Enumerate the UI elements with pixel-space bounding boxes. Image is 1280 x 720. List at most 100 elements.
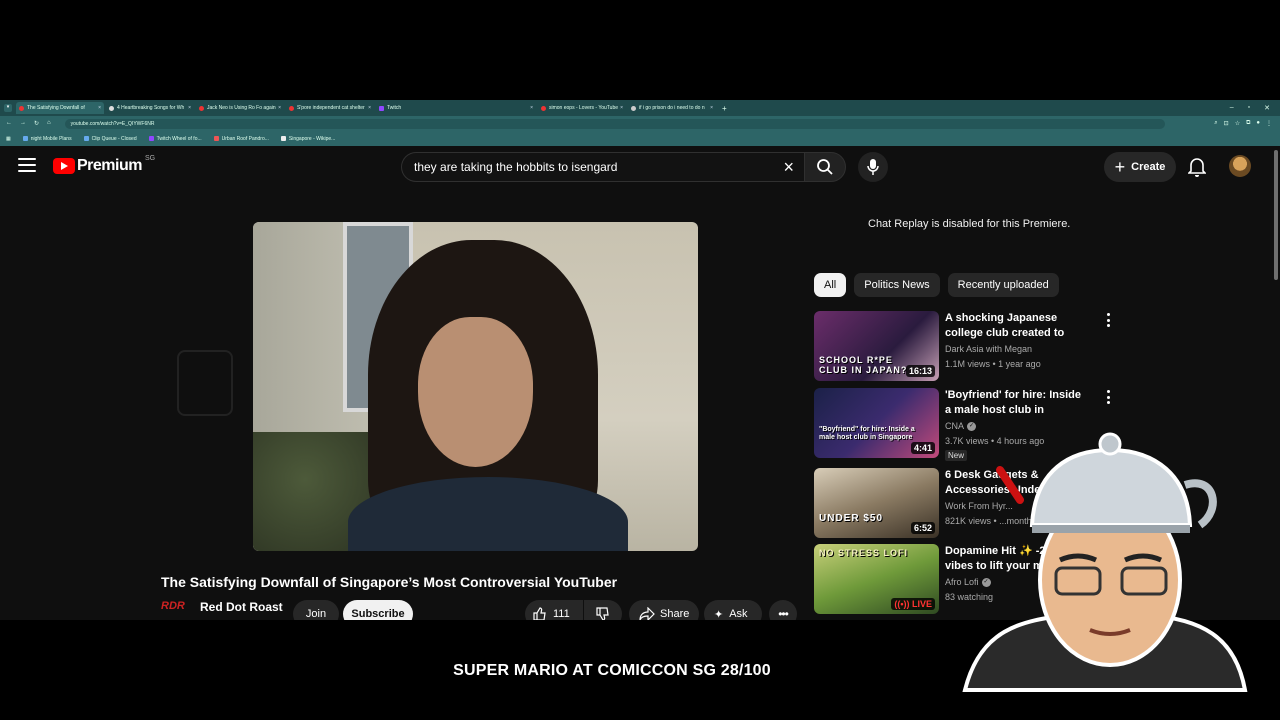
browser-tab[interactable]: Twitch × [376, 102, 536, 114]
voice-search-button[interactable] [858, 152, 888, 182]
account-avatar[interactable] [1229, 155, 1251, 177]
close-tab-icon[interactable]: × [528, 105, 533, 111]
bookmark-item[interactable]: Singapore - Wikipe... [280, 135, 336, 142]
close-tab-icon[interactable]: × [366, 105, 371, 111]
chip-all[interactable]: All [814, 273, 847, 297]
twitch-favicon-icon [379, 105, 384, 111]
microphone-icon [867, 159, 879, 175]
like-button[interactable]: 111 [525, 600, 583, 620]
video-thumbnail[interactable]: NO STRESS LOFI ((•)) LIVE [814, 544, 939, 614]
search-button[interactable] [804, 152, 846, 182]
bookmark-icon [148, 136, 154, 141]
video-thumbnail[interactable]: "Boyfriend" for hire: Inside a male host… [814, 388, 939, 458]
recommended-title[interactable]: 'Boyfriend' for hire: Inside a male host… [945, 388, 1090, 418]
logo-text: Premium [77, 157, 142, 174]
video-player[interactable] [253, 222, 698, 551]
video-thumbnail[interactable]: SCHOOL R*PE CLUB IN JAPAN? 16:13 [814, 311, 939, 381]
bookmark-item[interactable]: Urban Roof Pandro... [213, 135, 269, 142]
video-thumbnail[interactable]: UNDER $50 6:52 [814, 468, 939, 538]
join-button[interactable]: Join [293, 600, 339, 620]
bookmark-label: night Mobile Plans [30, 135, 72, 142]
chip-recently-uploaded[interactable]: Recently uploaded [947, 273, 1059, 297]
youtube-favicon-icon [541, 105, 546, 111]
browser-tab-strip: ▾ The Satisfying Downfall of × 4 Heartbre… [0, 100, 1280, 116]
profile-icon[interactable]: ● [1256, 120, 1260, 127]
close-tab-icon[interactable]: × [618, 105, 623, 111]
new-tab-icon[interactable]: + [718, 104, 731, 113]
youtube-logo[interactable]: Premium SG [53, 155, 155, 175]
channel-name[interactable]: Red Dot Roast [200, 600, 283, 614]
recommended-title[interactable]: A shocking Japanese college club created… [945, 311, 1090, 341]
close-tab-icon[interactable]: × [708, 105, 713, 111]
close-tab-icon[interactable]: × [276, 105, 281, 111]
clear-search-icon[interactable]: × [783, 158, 794, 176]
forward-icon[interactable]: → [20, 120, 26, 127]
dislike-button[interactable] [584, 600, 622, 620]
share-arrow-icon [639, 607, 655, 620]
video-duration: 4:41 [910, 442, 935, 454]
browser-tab[interactable]: simon eops - Lovers - YouTube × [538, 102, 626, 114]
youtube-favicon-icon [19, 105, 24, 111]
create-button[interactable]: + Create [1104, 152, 1176, 182]
browser-tab[interactable]: The Satisfying Downfall of × [16, 102, 104, 114]
maximize-icon[interactable]: ▫ [1248, 104, 1250, 112]
chip-politics-news[interactable]: Politics News [854, 273, 940, 297]
extensions-icon[interactable]: ⧉ [1246, 120, 1250, 127]
bookmarks-bar: ▦ night Mobile Plans Clip Queue - Closed… [0, 131, 1280, 146]
chat-replay-notice: Chat Replay is disabled for this Premier… [868, 218, 1071, 230]
search-query: they are taking the hobbits to isengard [414, 160, 618, 174]
channel-label: Dark Asia with Megan [945, 344, 1033, 354]
browser-tab[interactable]: 4 Heartbreaking Songs for Wh × [106, 102, 194, 114]
plus-icon: + [1114, 157, 1126, 177]
tab-label: 4 Heartbreaking Songs for Wh [117, 105, 185, 111]
back-icon[interactable]: ← [6, 120, 12, 127]
tab-label: S'pore independent cat shelter [297, 105, 365, 111]
bookmark-item[interactable]: night Mobile Plans [22, 135, 72, 142]
bookmark-label: Urban Roof Pandro... [221, 135, 269, 142]
window-close-icon[interactable]: ✕ [1264, 104, 1270, 112]
share-button[interactable]: Share [629, 600, 699, 620]
screen: ▾ The Satisfying Downfall of × 4 Heartbre… [0, 0, 1280, 720]
ask-button[interactable]: ✦ Ask [704, 600, 762, 620]
menu-icon[interactable] [18, 158, 36, 172]
video-duration: 16:13 [905, 365, 935, 377]
zoom-icon[interactable]: ⌕ [1214, 120, 1217, 127]
bookmark-star-icon[interactable]: ☆ [1235, 120, 1240, 127]
tiktok-favicon-icon [109, 105, 114, 111]
thumbs-down-icon [596, 607, 609, 620]
video-options-icon[interactable] [1104, 390, 1112, 404]
youtube-play-icon [53, 158, 75, 174]
tab-label: simon eops - Lovers - YouTube [549, 105, 619, 111]
bookmark-item[interactable]: Twitch Wheel of fo... [148, 136, 202, 142]
tab-search-icon[interactable]: ▾ [4, 104, 12, 112]
minimize-icon[interactable]: – [1230, 104, 1234, 112]
thumbs-up-icon [533, 607, 546, 620]
tab-label: if i go prison do i need to do n [639, 105, 705, 111]
video-options-icon[interactable] [1104, 313, 1112, 327]
close-tab-icon[interactable]: × [96, 105, 101, 111]
browser-tab[interactable]: S'pore independent cat shelter × [286, 102, 374, 114]
close-tab-icon[interactable]: × [186, 105, 191, 111]
search-input[interactable]: they are taking the hobbits to isengard … [401, 152, 804, 182]
subscribe-button[interactable]: Subscribe [343, 600, 413, 620]
home-icon[interactable]: ⌂ [47, 120, 51, 127]
browser-tab[interactable]: if i go prison do i need to do n × [628, 102, 716, 114]
bookmark-label: Singapore - Wikipe... [288, 135, 336, 142]
recommended-channel[interactable]: Dark Asia with Megan [945, 344, 1032, 354]
browser-tab[interactable]: Jack Neo is Using Ro Fo again × [196, 102, 284, 114]
browser-menu-icon[interactable]: ⋮ [1266, 120, 1272, 127]
recommended-video[interactable]: SCHOOL R*PE CLUB IN JAPAN? 16:13 A shock… [814, 311, 1114, 383]
page-scrollbar[interactable] [1274, 150, 1278, 280]
more-actions-icon[interactable]: ••• [769, 600, 797, 620]
bookmark-item[interactable]: Clip Queue - Closed [83, 136, 137, 142]
youtube-favicon-icon [289, 105, 294, 111]
reload-icon[interactable]: ↻ [34, 120, 39, 127]
url-field[interactable]: youtube.com/watch?v=E_QIYWF6NR [64, 118, 1165, 129]
live-broadcast-icon: ((•)) [894, 599, 912, 609]
thumbnail-caption: SCHOOL R*PE CLUB IN JAPAN? [819, 355, 908, 375]
notifications-button[interactable] [1186, 156, 1208, 178]
filter-chips: All Politics News Recently uploaded [814, 273, 1059, 297]
apps-icon[interactable]: ▦ [6, 136, 11, 142]
channel-avatar[interactable]: RDR [161, 600, 189, 620]
translate-icon[interactable]: ⊡ [1224, 120, 1229, 127]
